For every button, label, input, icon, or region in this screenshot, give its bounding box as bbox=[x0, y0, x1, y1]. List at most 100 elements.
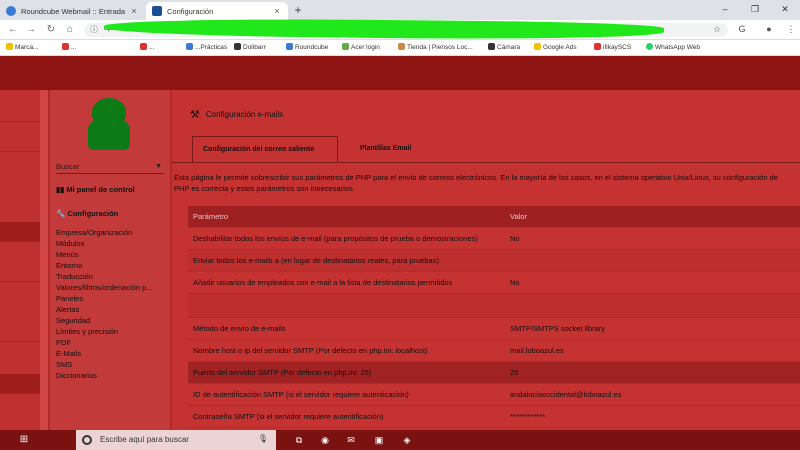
value-cell: mail.loboazul.es bbox=[510, 346, 564, 355]
main-content: ⚒ Configuración e-mails Configuración del… bbox=[172, 90, 800, 430]
start-button[interactable]: ⊞ bbox=[0, 430, 48, 450]
tab-correo-saliente[interactable]: Configuración del correo saliente bbox=[192, 136, 338, 162]
bookmark-item[interactable]: ifikaySCS bbox=[594, 43, 631, 53]
cortana-icon bbox=[82, 435, 92, 445]
maximize-button[interactable]: ❐ bbox=[740, 1, 770, 17]
windows-taskbar: ⊞ Escribe aquí para buscar 🎙 ⧉ ◉ ✉ ▣ ◈ bbox=[0, 430, 800, 450]
bookmark-item[interactable]: WhatsApp Web bbox=[646, 43, 700, 53]
sidebar-item-valores[interactable]: Valores/filtros/ordenación p... bbox=[56, 282, 168, 293]
chevron-down-icon: ▼ bbox=[155, 163, 162, 170]
bookmark-item[interactable]: Tienda | Piensos Loc... bbox=[398, 43, 473, 53]
config-menu-heading[interactable]: 🔧 Configuración bbox=[56, 209, 118, 218]
bookmark-item[interactable]: Google Ads bbox=[534, 43, 577, 53]
column-header-param: Parámetro bbox=[193, 212, 229, 221]
task-view-icon[interactable]: ⧉ bbox=[292, 433, 306, 447]
back-button[interactable]: ← bbox=[6, 23, 20, 37]
sidebar-item-empresa[interactable]: Empresa/Organización bbox=[56, 227, 168, 238]
sidebar-item-traduccion[interactable]: Traducción bbox=[56, 271, 168, 282]
site-info-icon[interactable]: ⓘ bbox=[88, 24, 100, 36]
sidebar-item-modulos[interactable]: Módulos bbox=[56, 238, 168, 249]
value-cell: SMTP/SMTPS socket library bbox=[510, 324, 606, 333]
param-cell: Contraseña SMTP (si el servidor requiere… bbox=[193, 412, 384, 421]
forward-button[interactable]: → bbox=[24, 23, 38, 37]
value-cell: andaluciaoccidental@loboazul.es bbox=[510, 390, 622, 399]
sidebar-item-diccionarios[interactable]: Diccionarios bbox=[56, 370, 168, 381]
taskbar-search-placeholder: Escribe aquí para buscar bbox=[100, 435, 189, 444]
roundcube-favicon-icon bbox=[6, 6, 16, 16]
whatsapp-icon bbox=[646, 43, 653, 50]
folder-icon bbox=[6, 43, 13, 50]
sidebar-item-limites[interactable]: Límites y precisión bbox=[56, 326, 168, 337]
param-cell: Enviar todos los e-mails a (en lugar de … bbox=[193, 256, 439, 265]
tab-label: Roundcube Webmail :: Entrada bbox=[21, 6, 126, 16]
dashboard-link[interactable]: ▮▮ Mi panel de control bbox=[56, 185, 135, 194]
microphone-icon[interactable]: 🎙 bbox=[258, 434, 268, 443]
new-tab-button[interactable]: + bbox=[291, 3, 305, 17]
chart-icon: ▮▮ bbox=[56, 185, 67, 194]
bookmark-star-icon[interactable]: ☆ bbox=[710, 22, 724, 36]
search-dropdown[interactable]: Buscar ▼ bbox=[56, 162, 164, 174]
bookmark-icon bbox=[398, 43, 405, 50]
profile-icon[interactable]: ● bbox=[762, 22, 776, 36]
browser-tabstrip: Roundcube Webmail :: Entrada × Configura… bbox=[0, 0, 800, 20]
taskbar-search[interactable]: Escribe aquí para buscar 🎙 bbox=[76, 430, 276, 450]
value-cell: ************ bbox=[510, 412, 546, 421]
left-scrollbar[interactable] bbox=[40, 90, 48, 430]
home-button[interactable]: ⌂ bbox=[63, 23, 77, 37]
wrench-icon: 🔧 bbox=[56, 209, 68, 218]
sidebar-item-pdf[interactable]: PDF bbox=[56, 337, 168, 348]
reload-button[interactable]: ↻ bbox=[44, 23, 58, 37]
bookmark-item[interactable]: ... bbox=[140, 43, 154, 53]
table-row: Deshabilitar todos los envíos de e-mail … bbox=[188, 228, 800, 250]
bookmark-item[interactable]: ... bbox=[62, 43, 76, 53]
chrome-icon[interactable]: ◉ bbox=[318, 433, 332, 447]
tab-roundcube[interactable]: Roundcube Webmail :: Entrada × bbox=[0, 2, 145, 20]
bookmark-item[interactable]: Dolibarr bbox=[234, 43, 266, 53]
mail-icon[interactable]: ✉ bbox=[344, 433, 358, 447]
param-cell: ID de autentificación SMTP (si el servid… bbox=[193, 390, 409, 399]
tab-divider bbox=[172, 162, 800, 163]
tab-configuracion[interactable]: Configuración × bbox=[146, 2, 288, 20]
store-icon[interactable]: ▣ bbox=[372, 433, 386, 447]
minimize-button[interactable]: – bbox=[710, 1, 740, 17]
sidebar-item-alertas[interactable]: Alertas bbox=[56, 304, 168, 315]
bookmark-icon bbox=[342, 43, 349, 50]
close-window-button[interactable]: ✕ bbox=[770, 1, 800, 17]
sidebar-item-seguridad[interactable]: Seguridad bbox=[56, 315, 168, 326]
param-cell: Nombre host o ip del servidor SMTP (Por … bbox=[193, 346, 428, 355]
table-header-row: Parámetro Valor bbox=[188, 206, 800, 228]
sidebar-item-entorno[interactable]: Entorno bbox=[56, 260, 168, 271]
page-title: ⚒ Configuración e-mails bbox=[190, 109, 284, 121]
app-top-menu bbox=[0, 56, 800, 90]
bookmarks-bar: Marca... ... ... ...Prácticas Dolibarr R… bbox=[0, 40, 800, 56]
bookmark-icon bbox=[186, 43, 193, 50]
menu-icon[interactable]: ⋮ bbox=[784, 22, 798, 36]
close-tab-icon[interactable]: × bbox=[272, 6, 282, 16]
page-description: Esta página le permite sobrescribir sus … bbox=[174, 173, 778, 193]
bookmark-item[interactable]: Cámara bbox=[488, 43, 520, 53]
sidebar-item-sms[interactable]: SMS bbox=[56, 359, 168, 370]
bookmark-icon bbox=[234, 43, 241, 50]
table-row: Puerto del servidor SMTP (Por defecto en… bbox=[188, 362, 800, 384]
bookmark-item[interactable]: ...Prácticas bbox=[186, 43, 227, 53]
translate-icon[interactable]: G bbox=[735, 22, 749, 36]
table-row: Contraseña SMTP (si el servidor requiere… bbox=[188, 406, 800, 428]
bookmark-item[interactable]: Marca... bbox=[6, 43, 38, 53]
tab-label: Configuración bbox=[167, 6, 214, 16]
tab-plantillas-email[interactable]: Plantillas Email bbox=[350, 136, 430, 162]
bookmark-icon bbox=[62, 43, 69, 50]
sidebar-item-menus[interactable]: Menús bbox=[56, 249, 168, 260]
param-cell: Puerto del servidor SMTP (Por defecto en… bbox=[193, 368, 372, 377]
bookmark-item[interactable]: Acer login bbox=[342, 43, 380, 53]
app-icon[interactable]: ◈ bbox=[400, 433, 414, 447]
bookmark-icon bbox=[286, 43, 293, 50]
sidebar-item-paneles[interactable]: Paneles bbox=[56, 293, 168, 304]
table-row: ID de autentificación SMTP (si el servid… bbox=[188, 384, 800, 406]
logo-shape bbox=[92, 98, 126, 126]
close-tab-icon[interactable]: × bbox=[129, 6, 139, 16]
table-row: Nombre host o ip del servidor SMTP (Por … bbox=[188, 340, 800, 362]
bookmark-item[interactable]: Roundcube bbox=[286, 43, 328, 53]
sidebar-item-emails[interactable]: E-Mails bbox=[56, 348, 168, 359]
sidebar: Buscar ▼ ▮▮ Mi panel de control 🔧 Config… bbox=[50, 90, 170, 430]
column-header-value: Valor bbox=[510, 212, 527, 221]
